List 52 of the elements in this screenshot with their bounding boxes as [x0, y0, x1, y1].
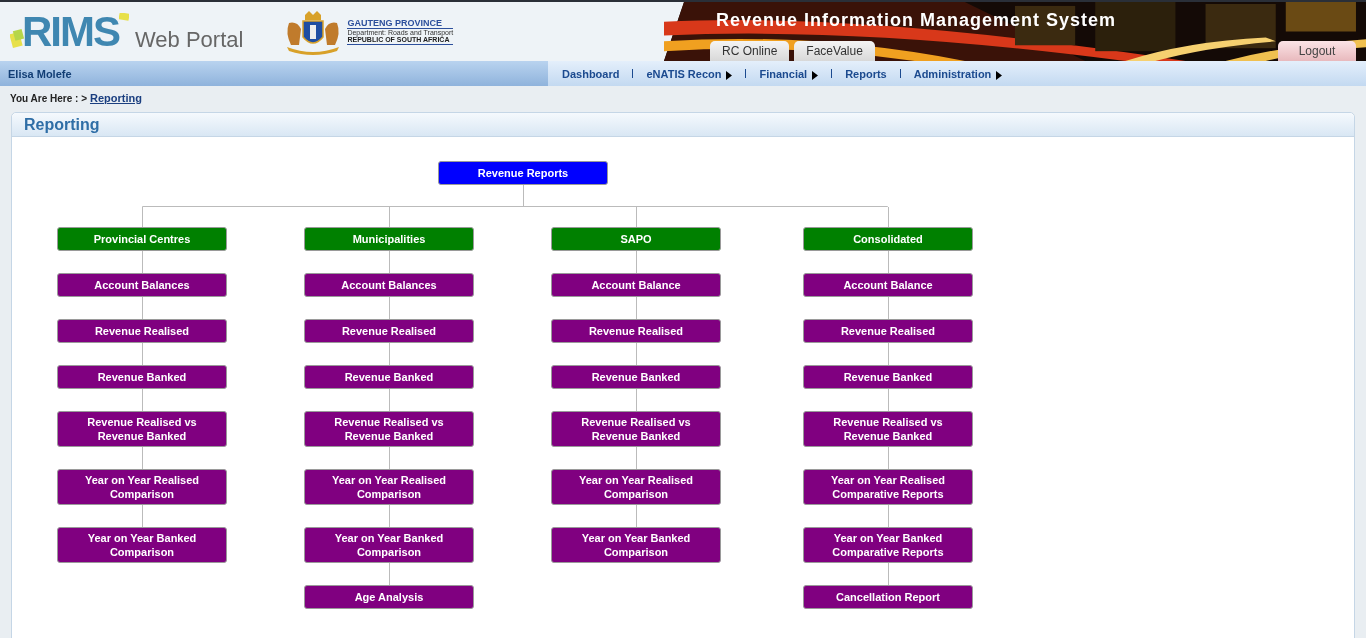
tree-node[interactable]: Revenue Banked	[57, 365, 227, 389]
tree-node[interactable]: Revenue Realised	[304, 319, 474, 343]
tree-node[interactable]: Revenue Realised vs Revenue Banked	[551, 411, 721, 447]
tree-node[interactable]: Revenue Banked	[551, 365, 721, 389]
tree-node[interactable]: Consolidated	[803, 227, 973, 251]
tree-node[interactable]: Revenue Banked	[803, 365, 973, 389]
tree-node[interactable]: Revenue Realised	[57, 319, 227, 343]
tree-node[interactable]: Age Analysis	[304, 585, 474, 609]
submenu-arrow-icon	[996, 70, 1003, 80]
province-name: GAUTENG PROVINCE	[347, 18, 454, 29]
system-title: Revenue Information Management System	[716, 10, 1117, 31]
portal-name: Web Portal	[135, 26, 244, 53]
menu-item[interactable]: Reports	[845, 67, 887, 80]
tree-node[interactable]: Account Balances	[304, 273, 474, 297]
app-tab[interactable]: RC Online	[710, 41, 790, 61]
tree-node[interactable]: Revenue Reports	[438, 161, 608, 185]
tree-node[interactable]: Revenue Realised	[803, 319, 973, 343]
tree-node[interactable]: Year on Year Banked Comparison	[551, 527, 721, 563]
submenu-arrow-icon	[812, 70, 819, 80]
breadcrumb-label: You Are Here : >	[10, 92, 87, 104]
logout-button[interactable]: Logout	[1278, 41, 1356, 61]
tree-node[interactable]: Provincial Centres	[57, 227, 227, 251]
logo-accent-icon	[119, 12, 129, 21]
menu-item[interactable]: Dashboard	[562, 67, 620, 80]
tree-node[interactable]: Revenue Realised	[551, 319, 721, 343]
tree-node[interactable]: Year on Year Banked Comparative Reports	[803, 527, 973, 563]
menu-item[interactable]: Financial	[759, 67, 819, 80]
tree-node[interactable]: Municipalities	[304, 227, 474, 251]
logo-text: RIMS	[22, 8, 119, 55]
tree-node[interactable]: Account Balance	[803, 273, 973, 297]
tree-node[interactable]: Year on Year Realised Comparison	[57, 469, 227, 505]
tree-node[interactable]: Revenue Realised vs Revenue Banked	[803, 411, 973, 447]
tree-node[interactable]: Cancellation Report	[803, 585, 973, 609]
tree-node[interactable]: Year on Year Banked Comparison	[57, 527, 227, 563]
tree-node[interactable]: Revenue Realised vs Revenue Banked	[304, 411, 474, 447]
tree-node[interactable]: Revenue Banked	[304, 365, 474, 389]
breadcrumb-link[interactable]: Reporting	[89, 92, 142, 104]
tree-node[interactable]: Year on Year Realised Comparison	[551, 469, 721, 505]
submenu-arrow-icon	[726, 70, 733, 80]
tree-node[interactable]: Year on Year Realised Comparison	[304, 469, 474, 505]
tree-node[interactable]: Account Balance	[551, 273, 721, 297]
tree-node[interactable]: Year on Year Banked Comparison	[304, 527, 474, 563]
menu-item[interactable]: Administration	[913, 67, 1003, 80]
logo-squares-icon	[10, 26, 26, 49]
tree-node[interactable]: Account Balances	[57, 273, 227, 297]
tree-node[interactable]: Year on Year Realised Comparative Reports	[803, 469, 973, 505]
app-tab[interactable]: FaceValue	[794, 41, 875, 61]
panel-title: Reporting	[24, 115, 100, 134]
menu-item[interactable]: eNATIS Recon	[646, 67, 733, 80]
user-name: Elisa Molefe	[8, 67, 72, 80]
tree-node[interactable]: Revenue Realised vs Revenue Banked	[57, 411, 227, 447]
tree-node[interactable]: SAPO	[551, 227, 721, 251]
